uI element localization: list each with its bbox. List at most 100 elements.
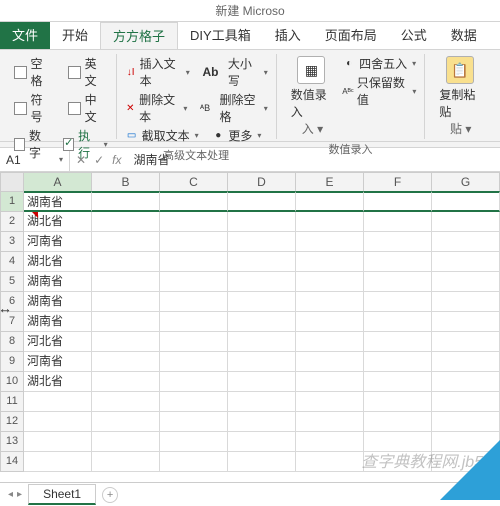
chk-space[interactable] bbox=[14, 66, 27, 79]
sheet-nav[interactable]: ◂▸ bbox=[8, 489, 22, 500]
col-header-F[interactable]: F bbox=[364, 172, 432, 192]
cell[interactable] bbox=[92, 212, 160, 232]
chk-chinese[interactable] bbox=[68, 102, 81, 115]
chevron-down-icon[interactable]: ▾ bbox=[59, 148, 63, 172]
cell[interactable] bbox=[160, 372, 228, 392]
add-sheet-button[interactable]: + bbox=[102, 487, 118, 503]
btn-intercept-text[interactable]: ▭截取文本▾ ●更多▾ bbox=[125, 126, 268, 145]
cell[interactable] bbox=[92, 452, 160, 472]
cell[interactable] bbox=[432, 312, 500, 332]
cell[interactable] bbox=[228, 191, 296, 212]
cell[interactable] bbox=[160, 272, 228, 292]
btn-insert-text[interactable]: ↓I插入文本▾ Ab 大小写▾ bbox=[125, 54, 268, 90]
cell[interactable] bbox=[228, 292, 296, 312]
tab-formula[interactable]: 公式 bbox=[389, 22, 439, 49]
tab-layout[interactable]: 页面布局 bbox=[313, 22, 389, 49]
cell[interactable] bbox=[92, 332, 160, 352]
tab-file[interactable]: 文件 bbox=[0, 22, 50, 49]
cell[interactable] bbox=[92, 191, 160, 212]
cell[interactable] bbox=[160, 212, 228, 232]
cell[interactable] bbox=[296, 392, 364, 412]
enter-icon[interactable]: ✓ bbox=[94, 153, 104, 167]
cell[interactable] bbox=[160, 432, 228, 452]
row-header[interactable]: 8 bbox=[0, 332, 24, 352]
cell[interactable] bbox=[364, 392, 432, 412]
cell[interactable] bbox=[160, 191, 228, 212]
chk-english[interactable] bbox=[68, 66, 81, 79]
cell[interactable] bbox=[364, 332, 432, 352]
row-header[interactable]: 4 bbox=[0, 252, 24, 272]
cell[interactable] bbox=[364, 372, 432, 392]
cell[interactable] bbox=[296, 352, 364, 372]
cell[interactable] bbox=[296, 232, 364, 252]
cell[interactable] bbox=[92, 432, 160, 452]
cell[interactable] bbox=[432, 232, 500, 252]
row-header[interactable]: 14 bbox=[0, 452, 24, 472]
cell[interactable]: 湖南省 bbox=[24, 312, 92, 332]
col-header-B[interactable]: B bbox=[92, 172, 160, 192]
fx-icon[interactable]: fx bbox=[112, 153, 121, 167]
cell[interactable] bbox=[296, 292, 364, 312]
cell[interactable] bbox=[228, 432, 296, 452]
cell[interactable] bbox=[24, 392, 92, 412]
cell[interactable] bbox=[432, 372, 500, 392]
btn-copy-paste[interactable]: 📋复制粘贴贴 ▾ bbox=[433, 54, 486, 139]
cell[interactable] bbox=[228, 232, 296, 252]
col-header-G[interactable]: G bbox=[432, 172, 500, 192]
cell[interactable] bbox=[432, 252, 500, 272]
row-header[interactable]: 1 bbox=[0, 192, 24, 212]
cell[interactable] bbox=[228, 412, 296, 432]
cell[interactable] bbox=[364, 312, 432, 332]
cell[interactable] bbox=[92, 372, 160, 392]
tab-insert[interactable]: 插入 bbox=[263, 22, 313, 49]
col-header-C[interactable]: C bbox=[160, 172, 228, 192]
row-header[interactable]: 2 bbox=[0, 212, 24, 232]
chk-execute[interactable] bbox=[63, 138, 74, 151]
cell[interactable] bbox=[296, 252, 364, 272]
tab-diy[interactable]: DIY工具箱 bbox=[178, 22, 263, 49]
formula-input[interactable]: 湖南省 bbox=[127, 148, 500, 172]
cell[interactable] bbox=[92, 252, 160, 272]
cell[interactable] bbox=[296, 372, 364, 392]
cell[interactable] bbox=[160, 452, 228, 472]
cell[interactable] bbox=[432, 212, 500, 232]
cell[interactable] bbox=[160, 412, 228, 432]
cell[interactable] bbox=[92, 292, 160, 312]
cell[interactable] bbox=[24, 432, 92, 452]
cell[interactable] bbox=[432, 191, 500, 212]
cell[interactable] bbox=[364, 412, 432, 432]
cell[interactable]: 河南省 bbox=[24, 352, 92, 372]
cell[interactable] bbox=[228, 332, 296, 352]
cell[interactable]: 湖北省 bbox=[24, 252, 92, 272]
cell[interactable] bbox=[228, 212, 296, 232]
name-box[interactable]: A1▾ bbox=[0, 148, 70, 172]
cell[interactable] bbox=[160, 292, 228, 312]
tab-home[interactable]: 开始 bbox=[50, 22, 100, 49]
cell[interactable] bbox=[24, 452, 92, 472]
cell[interactable] bbox=[364, 272, 432, 292]
cell[interactable] bbox=[228, 352, 296, 372]
cell[interactable] bbox=[92, 272, 160, 292]
cell[interactable] bbox=[296, 191, 364, 212]
row-header[interactable]: 12 bbox=[0, 412, 24, 432]
cell[interactable]: 湖南省 bbox=[24, 272, 92, 292]
cell[interactable] bbox=[24, 412, 92, 432]
col-header-A[interactable]: A bbox=[24, 172, 92, 192]
cell[interactable] bbox=[92, 392, 160, 412]
cell[interactable] bbox=[92, 412, 160, 432]
cell[interactable] bbox=[92, 312, 160, 332]
cell[interactable] bbox=[160, 352, 228, 372]
col-header-D[interactable]: D bbox=[228, 172, 296, 192]
cell[interactable] bbox=[296, 272, 364, 292]
cell[interactable] bbox=[364, 232, 432, 252]
btn-delete-text[interactable]: ✕删除文本▾ ᴬB 删除空格▾ bbox=[125, 90, 268, 126]
cell[interactable] bbox=[296, 412, 364, 432]
tab-data[interactable]: 数据 bbox=[439, 22, 489, 49]
cell[interactable] bbox=[92, 352, 160, 372]
select-all-corner[interactable] bbox=[0, 172, 24, 192]
cell[interactable] bbox=[364, 292, 432, 312]
cell[interactable] bbox=[228, 312, 296, 332]
cell[interactable] bbox=[228, 392, 296, 412]
row-header[interactable]: 3 bbox=[0, 232, 24, 252]
cell[interactable] bbox=[228, 252, 296, 272]
